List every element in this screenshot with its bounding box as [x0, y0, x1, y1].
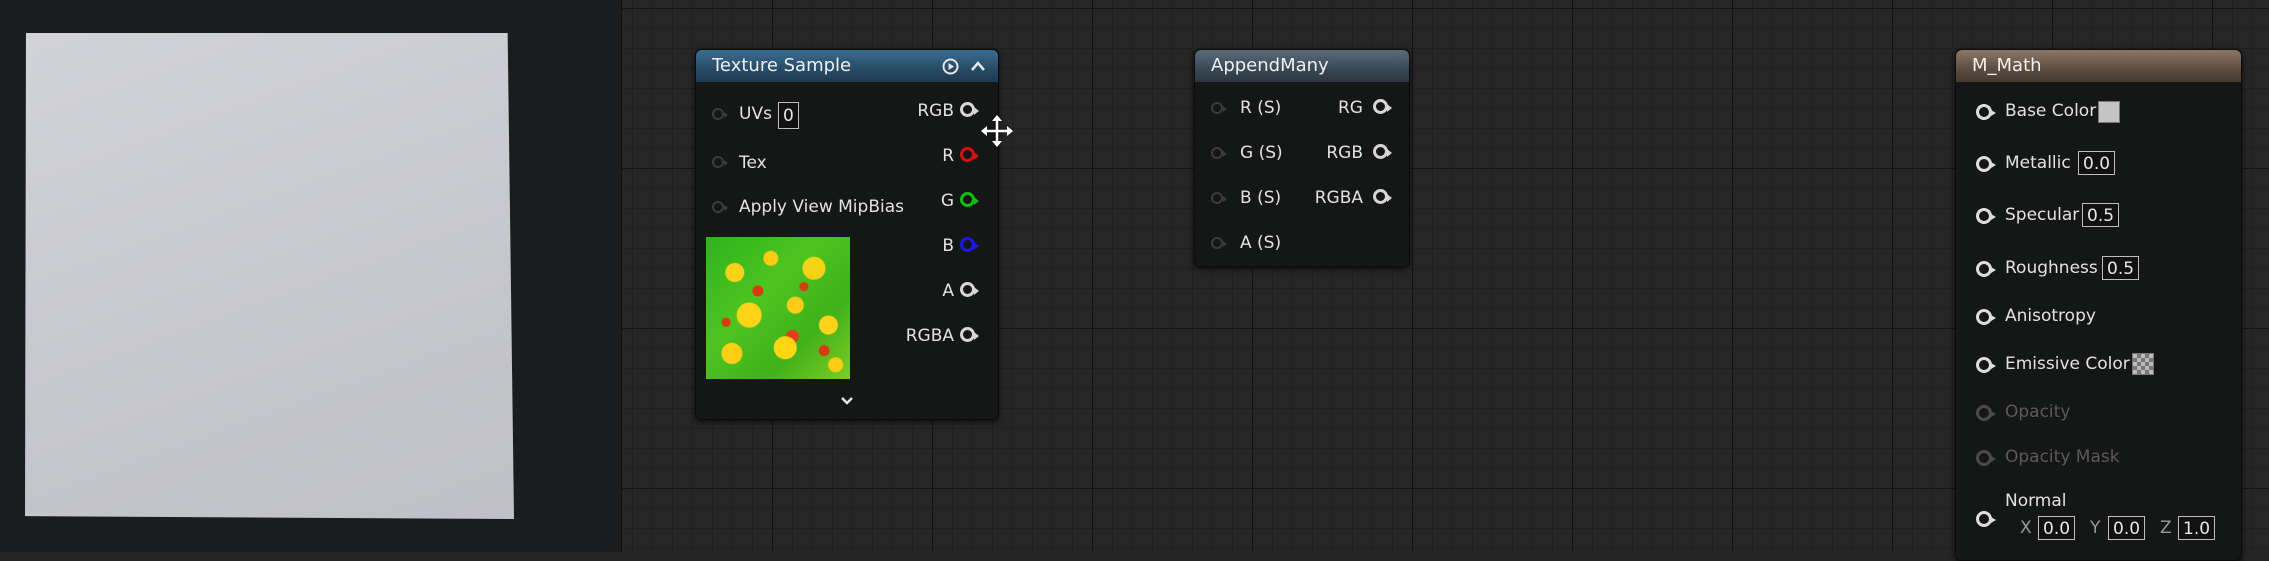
rgba-output-label: RGBA	[905, 326, 954, 346]
g-output-pin[interactable]	[960, 192, 979, 207]
emissive-color-input-pin[interactable]	[1976, 357, 1996, 373]
opacity-mask-input-pin	[1976, 450, 1996, 466]
anisotropy-label: Anisotropy	[2005, 306, 2096, 326]
preview-plane-mesh	[25, 33, 514, 519]
metallic-label: Metallic	[2005, 153, 2071, 173]
normal-x-label: X	[2020, 518, 2032, 538]
b-output-pin[interactable]	[960, 237, 979, 252]
chevron-down-icon[interactable]	[839, 395, 855, 407]
anisotropy-input-pin[interactable]	[1976, 309, 1996, 325]
normal-y-field[interactable]: 0.0	[2108, 516, 2146, 540]
opacity-input-pin	[1976, 405, 1996, 421]
a-s-input-pin[interactable]	[1211, 237, 1227, 249]
rgb-output-pin[interactable]	[1373, 144, 1392, 159]
material-preview-viewport[interactable]	[0, 0, 622, 552]
texture-sample-node[interactable]: Texture Sample UVs 0 Tex Apply View MipB…	[695, 49, 999, 420]
roughness-value-field[interactable]: 0.5	[2102, 256, 2140, 280]
r-output-label: R	[942, 146, 954, 166]
roughness-label: Roughness	[2005, 258, 2098, 278]
normal-input-pin[interactable]	[1976, 511, 1996, 527]
b-output-label: B	[942, 236, 954, 256]
g-s-input-label: G (S)	[1240, 143, 1283, 163]
g-output-label: G	[940, 191, 954, 211]
normal-label: Normal	[2005, 491, 2067, 511]
apply-view-mipbias-input-pin[interactable]	[712, 201, 728, 213]
uvs-value-field[interactable]: 0	[778, 102, 799, 129]
opacity-mask-label: Opacity Mask	[2005, 447, 2120, 467]
append-many-node[interactable]: AppendMany R (S) G (S) B (S) A (S) RG RG…	[1194, 49, 1410, 267]
rgba-output-label: RGBA	[1314, 188, 1363, 208]
a-s-input-label: A (S)	[1240, 233, 1282, 253]
uvs-input-pin[interactable]	[712, 108, 728, 120]
g-s-input-pin[interactable]	[1211, 147, 1227, 159]
a-output-label: A	[942, 281, 954, 301]
base-color-label: Base Color	[2005, 101, 2097, 121]
normal-z-label: Z	[2160, 518, 2172, 538]
emissive-color-swatch[interactable]	[2132, 353, 2154, 375]
specular-input-pin[interactable]	[1976, 208, 1996, 224]
rg-output-label: RG	[1338, 98, 1363, 118]
normal-z-field[interactable]: 1.0	[2178, 516, 2216, 540]
opacity-label: Opacity	[2005, 402, 2071, 422]
chevron-up-icon[interactable]	[970, 59, 986, 73]
texture-preview-thumbnail	[706, 237, 850, 379]
a-output-pin[interactable]	[960, 282, 979, 297]
rgb-output-pin[interactable]	[960, 102, 979, 117]
base-color-swatch[interactable]	[2098, 101, 2120, 123]
metallic-value-field[interactable]: 0.0	[2078, 151, 2116, 175]
move-cursor-icon	[981, 115, 1013, 147]
node-title: AppendMany	[1211, 55, 1329, 76]
material-result-node-header[interactable]: M_Math	[1956, 50, 2241, 82]
metallic-input-pin[interactable]	[1976, 156, 1996, 172]
node-title: Texture Sample	[712, 55, 852, 76]
specular-value-field[interactable]: 0.5	[2082, 203, 2120, 227]
rgba-output-pin[interactable]	[1373, 189, 1392, 204]
append-many-node-header[interactable]: AppendMany	[1195, 50, 1409, 82]
apply-view-mipbias-label: Apply View MipBias	[739, 197, 904, 217]
tex-input-label: Tex	[739, 153, 767, 173]
uvs-input-label: UVs	[739, 104, 772, 124]
play-circle-icon[interactable]	[942, 58, 959, 75]
b-s-input-label: B (S)	[1240, 188, 1282, 208]
node-title: M_Math	[1972, 55, 2042, 76]
roughness-input-pin[interactable]	[1976, 261, 1996, 277]
b-s-input-pin[interactable]	[1211, 192, 1227, 204]
tex-input-pin[interactable]	[712, 156, 728, 168]
normal-y-label: Y	[2090, 518, 2101, 538]
rgba-output-pin[interactable]	[960, 327, 979, 342]
emissive-color-label: Emissive Color	[2005, 354, 2130, 374]
base-color-input-pin[interactable]	[1976, 104, 1996, 120]
rgb-output-label: RGB	[917, 101, 954, 121]
r-s-input-label: R (S)	[1240, 98, 1282, 118]
material-result-node[interactable]: M_Math Base Color Metallic 0.0 Specular …	[1955, 49, 2242, 561]
r-output-pin[interactable]	[960, 147, 979, 162]
r-s-input-pin[interactable]	[1211, 102, 1227, 114]
normal-x-field[interactable]: 0.0	[2038, 516, 2076, 540]
rg-output-pin[interactable]	[1373, 99, 1392, 114]
rgb-output-label: RGB	[1326, 143, 1363, 163]
specular-label: Specular	[2005, 205, 2080, 225]
